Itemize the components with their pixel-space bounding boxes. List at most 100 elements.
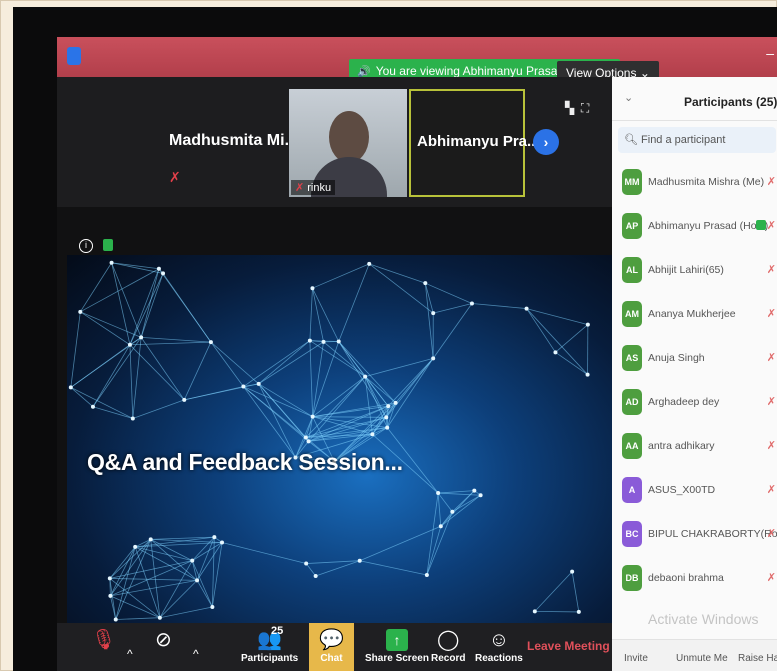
network-line — [92, 337, 142, 407]
muted-mic-icon: ✗ — [766, 396, 776, 408]
muted-mic-icon: ✗ — [766, 220, 776, 232]
network-line — [79, 262, 112, 313]
participant-row[interactable]: AP Abhimanyu Prasad (Host) ✗ — [612, 205, 777, 249]
zoom-logo-icon — [67, 47, 81, 65]
video-tile-rinku[interactable]: ✗ rinku — [289, 89, 407, 197]
muted-mic-icon: ✗ — [766, 352, 776, 364]
share-screen-button[interactable]: ↑ Share Screen — [365, 627, 429, 664]
participant-row[interactable]: AL Abhijit Lahiri(65) ✗ — [612, 249, 777, 293]
avatar: DB — [622, 565, 642, 591]
network-line — [359, 560, 427, 576]
network-node — [304, 561, 309, 566]
network-line — [129, 344, 185, 401]
invite-button[interactable]: Invite — [624, 653, 648, 664]
video-tile-abhimanyu[interactable]: Abhimanyu Pra... — [409, 89, 540, 197]
video-options-chevron[interactable]: ^ — [193, 641, 199, 667]
muted-mic-icon: ✗ — [766, 176, 776, 188]
muted-mic-icon: ✗ — [766, 484, 776, 496]
chat-icon: 💬 — [319, 629, 344, 651]
network-line — [359, 525, 441, 562]
network-node — [386, 404, 391, 409]
gallery-layout-icon[interactable]: ▚ — [565, 101, 574, 115]
chat-button[interactable]: 💬 Chat — [309, 623, 354, 671]
panel-title: Participants (25) — [684, 95, 777, 109]
minimize-icon[interactable]: – — [766, 45, 774, 61]
network-node — [424, 573, 429, 578]
network-node — [208, 340, 213, 345]
video-off-icon: ⊘ — [155, 629, 172, 651]
network-line — [243, 386, 307, 438]
audio-options-chevron[interactable]: ^ — [127, 641, 133, 667]
network-node — [68, 385, 73, 390]
record-button[interactable]: ◯ Record — [431, 627, 465, 664]
muted-mic-icon: ✗ — [766, 572, 776, 584]
participant-row[interactable]: BC BIPUL CHAKRABORTY(Roll :45)✗ — [612, 513, 777, 557]
participant-name: BIPUL CHAKRABORTY(Roll :45) — [648, 528, 777, 540]
network-line — [438, 490, 475, 494]
fullscreen-icon[interactable]: ⛶ — [581, 101, 589, 115]
network-line — [526, 308, 588, 375]
network-node — [156, 266, 161, 271]
muted-mic-icon: ✗ — [766, 264, 776, 276]
avatar: AL — [622, 257, 642, 283]
network-line — [159, 606, 213, 619]
network-line — [471, 303, 527, 309]
network-background — [68, 260, 590, 622]
network-node — [370, 432, 375, 437]
network-node — [157, 615, 162, 620]
network-node — [450, 509, 455, 514]
network-node — [367, 261, 372, 266]
participant-row[interactable]: MM Madhusmita Mishra (Me) ✗ — [612, 161, 777, 205]
network-line — [132, 337, 142, 419]
network-node — [90, 404, 95, 409]
network-line — [196, 580, 213, 608]
title-bar: 🔊 You are viewing Abhimanyu Prasad's scre… — [57, 37, 777, 85]
network-node — [472, 488, 477, 493]
network-line — [387, 358, 434, 407]
network-node — [478, 493, 483, 498]
network-line — [425, 282, 473, 304]
avatar: AA — [622, 433, 642, 459]
mute-button[interactable]: 🎙 — [91, 627, 116, 653]
network-node — [384, 415, 389, 420]
network-node — [190, 558, 195, 563]
participant-name: ASUS_X00TD — [648, 484, 716, 496]
avatar: AD — [622, 389, 642, 415]
network-line — [534, 610, 579, 613]
participants-panel: ⌄ Participants (25) 🔍︎ Find a participan… — [612, 77, 777, 671]
network-node — [107, 576, 112, 581]
network-node — [256, 381, 261, 386]
network-line — [426, 526, 442, 576]
chevron-down-icon[interactable]: ⌄ — [624, 91, 633, 104]
participant-row[interactable]: DB debaoni brahma ✗ — [612, 557, 777, 601]
participant-search-input[interactable]: 🔍︎ Find a participant — [618, 127, 776, 153]
participants-button[interactable]: 👥 25 Participants — [241, 625, 298, 664]
unmute-me-button[interactable]: Unmute Me — [676, 653, 728, 664]
video-button[interactable]: ⊘ — [155, 627, 172, 653]
participant-row[interactable]: AD Arghadeep dey ✗ — [612, 381, 777, 425]
participant-list: MM Madhusmita Mishra (Me) ✗ AP Abhimanyu Pra… — [612, 161, 777, 601]
network-line — [312, 288, 340, 342]
network-node — [109, 260, 114, 265]
network-line — [210, 341, 244, 387]
network-node — [148, 537, 153, 542]
encryption-lock-icon[interactable] — [103, 239, 113, 251]
participant-row[interactable]: AS Anuja Singh ✗ — [612, 337, 777, 381]
raise-hand-button[interactable]: Raise Hand — [738, 653, 777, 664]
microphone-muted-icon: 🎙 — [91, 629, 117, 651]
leave-meeting-button[interactable]: Leave Meeting — [527, 639, 610, 653]
tile-label: ✗ rinku — [291, 180, 336, 195]
participant-row[interactable]: AM Ananya Mukherjee ✗ — [612, 293, 777, 337]
network-line — [134, 546, 161, 618]
participant-row[interactable]: A ASUS_X00TD ✗ — [612, 469, 777, 513]
network-line — [426, 493, 439, 576]
meeting-info-icon[interactable]: i — [79, 239, 93, 253]
participant-name: Abhimanyu Prasad (Host) — [648, 220, 769, 232]
network-node — [108, 593, 113, 598]
reactions-button[interactable]: ☺ Reactions — [475, 627, 523, 664]
network-line — [369, 263, 426, 284]
network-node — [303, 435, 308, 440]
next-page-button[interactable]: › — [533, 129, 559, 155]
network-line — [129, 273, 164, 345]
participant-row[interactable]: AA antra adhikary ✗ — [612, 425, 777, 469]
